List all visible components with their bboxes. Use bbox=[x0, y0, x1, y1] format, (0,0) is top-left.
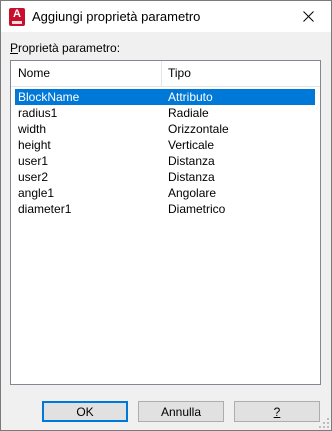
table-row[interactable]: BlockName Attributo bbox=[15, 89, 315, 105]
row-name: angle1 bbox=[18, 186, 55, 200]
table-row[interactable]: width Orizzontale bbox=[15, 121, 315, 137]
row-type: Radiale bbox=[168, 106, 209, 120]
column-divider[interactable] bbox=[161, 61, 162, 86]
row-name: height bbox=[18, 138, 51, 152]
table-row[interactable]: user1 Distanza bbox=[15, 153, 315, 169]
row-name: user2 bbox=[18, 170, 49, 184]
help-button-label: ? bbox=[273, 404, 281, 419]
row-type: Verticale bbox=[168, 138, 215, 152]
row-type: Angolare bbox=[168, 186, 217, 200]
dialog-window: A Aggiungi proprietà parametro Proprietà… bbox=[0, 0, 332, 431]
table-row[interactable]: diameter1 Diametrico bbox=[15, 201, 315, 217]
row-type: Orizzontale bbox=[168, 122, 229, 136]
table-row[interactable]: radius1 Radiale bbox=[15, 105, 315, 121]
close-icon bbox=[302, 11, 314, 22]
list-rows: BlockName Attributo radius1 Radiale width O… bbox=[15, 89, 315, 217]
properties-label: Proprietà parametro: bbox=[10, 41, 121, 55]
row-type: Diametrico bbox=[168, 202, 226, 216]
row-type: Distanza bbox=[168, 170, 215, 184]
ok-button[interactable]: OK bbox=[42, 401, 128, 422]
row-type: Attributo bbox=[168, 90, 213, 104]
resize-grip-icon[interactable] bbox=[319, 418, 329, 428]
cancel-button[interactable]: Annulla bbox=[138, 401, 224, 422]
title-bar: A Aggiungi proprietà parametro bbox=[1, 1, 331, 32]
autocad-logo-icon: A bbox=[9, 8, 25, 26]
column-header-type[interactable]: Tipo bbox=[168, 61, 191, 86]
table-row[interactable]: user2 Distanza bbox=[15, 169, 315, 185]
row-type: Distanza bbox=[168, 154, 215, 168]
row-name: BlockName bbox=[18, 90, 80, 104]
table-row[interactable]: angle1 Angolare bbox=[15, 185, 315, 201]
row-name: width bbox=[18, 122, 47, 136]
window-title: Aggiungi proprietà parametro bbox=[32, 9, 201, 24]
row-name: user1 bbox=[18, 154, 49, 168]
properties-label-accelerator: P bbox=[10, 41, 19, 55]
row-name: diameter1 bbox=[18, 202, 72, 216]
properties-list[interactable]: Nome Tipo BlockName Attributo radius1 Radi… bbox=[10, 60, 321, 385]
row-name: radius1 bbox=[18, 106, 58, 120]
list-header: Nome Tipo bbox=[11, 61, 320, 87]
help-button[interactable]: ? bbox=[234, 401, 320, 422]
close-button[interactable] bbox=[285, 1, 331, 32]
table-row[interactable]: height Verticale bbox=[15, 137, 315, 153]
column-header-name[interactable]: Nome bbox=[18, 61, 50, 86]
